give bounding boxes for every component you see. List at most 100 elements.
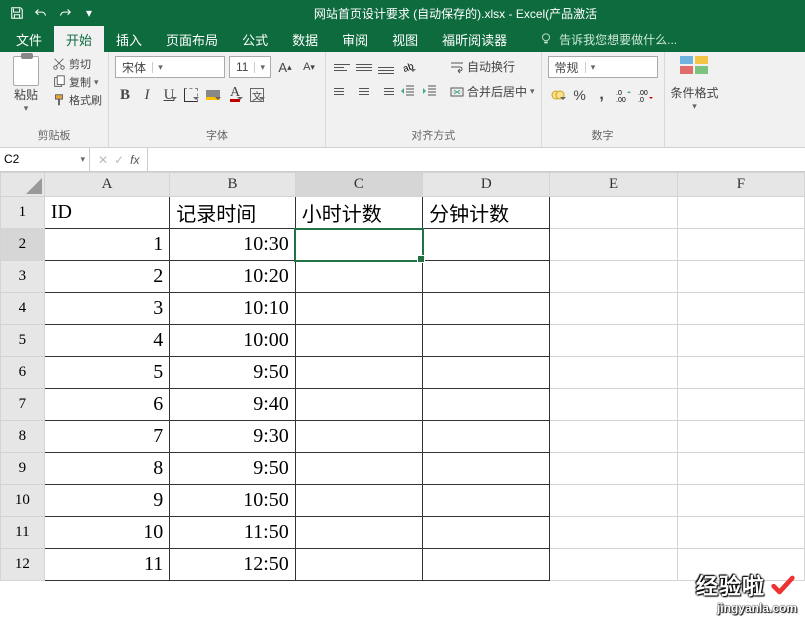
cell[interactable]: 11: [44, 549, 169, 581]
format-painter-button[interactable]: 格式刷: [52, 92, 102, 108]
tab-review[interactable]: 审阅: [330, 26, 380, 52]
cell[interactable]: [677, 293, 804, 325]
row-header[interactable]: 5: [1, 325, 45, 357]
font-name-combo[interactable]: 宋体▾: [115, 56, 225, 78]
paste-button[interactable]: 粘贴 ▾: [6, 56, 46, 114]
tab-home[interactable]: 开始: [54, 26, 104, 52]
tab-data[interactable]: 数据: [280, 26, 330, 52]
cell[interactable]: 2: [44, 261, 169, 293]
cell[interactable]: [677, 229, 804, 261]
cell[interactable]: [677, 261, 804, 293]
cell[interactable]: 11:50: [170, 517, 296, 549]
borders-button[interactable]: [181, 84, 201, 106]
fx-icon[interactable]: fx: [130, 153, 139, 167]
cell[interactable]: [295, 229, 422, 261]
row-header[interactable]: 9: [1, 453, 45, 485]
italic-button[interactable]: I: [137, 84, 157, 106]
cell[interactable]: [677, 453, 804, 485]
percent-button[interactable]: %: [570, 84, 590, 106]
row-header[interactable]: 11: [1, 517, 45, 549]
cell[interactable]: 8: [44, 453, 169, 485]
cell[interactable]: 7: [44, 421, 169, 453]
cell[interactable]: [295, 453, 422, 485]
cell[interactable]: [423, 229, 550, 261]
cell[interactable]: [295, 325, 422, 357]
decrease-font-button[interactable]: A▾: [299, 56, 319, 78]
tell-me-search[interactable]: 告诉我您想要做什么...: [539, 26, 677, 52]
row-header[interactable]: 3: [1, 261, 45, 293]
cell[interactable]: ID: [44, 197, 169, 229]
cell[interactable]: 6: [44, 389, 169, 421]
comma-button[interactable]: ,: [592, 84, 612, 106]
merge-center-button[interactable]: 合并后居中 ▾: [450, 83, 535, 100]
col-header-A[interactable]: A: [44, 173, 169, 197]
cell[interactable]: [295, 389, 422, 421]
row-header[interactable]: 1: [1, 197, 45, 229]
align-left-button[interactable]: [332, 80, 352, 102]
increase-decimal-button[interactable]: .0.00: [614, 84, 634, 106]
tab-view[interactable]: 视图: [380, 26, 430, 52]
bold-button[interactable]: B: [115, 84, 135, 106]
cell[interactable]: [550, 485, 677, 517]
cell[interactable]: [550, 261, 677, 293]
row-header[interactable]: 6: [1, 357, 45, 389]
col-header-C[interactable]: C: [295, 173, 422, 197]
cell[interactable]: [550, 229, 677, 261]
cell[interactable]: 12:50: [170, 549, 296, 581]
cell[interactable]: 3: [44, 293, 169, 325]
row-header[interactable]: 4: [1, 293, 45, 325]
cell[interactable]: [423, 549, 550, 581]
cell[interactable]: [295, 357, 422, 389]
font-color-button[interactable]: A: [225, 84, 245, 106]
row-header[interactable]: 8: [1, 421, 45, 453]
cell[interactable]: [550, 325, 677, 357]
cell[interactable]: [423, 421, 550, 453]
cell[interactable]: [550, 549, 677, 581]
cell[interactable]: [295, 293, 422, 325]
cell[interactable]: 9:30: [170, 421, 296, 453]
select-all-corner[interactable]: [1, 173, 45, 197]
worksheet-grid[interactable]: A B C D E F 1ID记录时间小时计数分钟计数2110:303210:2…: [0, 172, 805, 581]
cell[interactable]: 1: [44, 229, 169, 261]
decrease-decimal-button[interactable]: .00.0: [636, 84, 656, 106]
cancel-icon[interactable]: ✕: [98, 153, 108, 167]
font-size-combo[interactable]: 11▾: [229, 56, 271, 78]
tab-insert[interactable]: 插入: [104, 26, 154, 52]
undo-icon[interactable]: [30, 2, 52, 24]
cell[interactable]: [677, 421, 804, 453]
cell[interactable]: [677, 389, 804, 421]
copy-button[interactable]: 复制 ▾: [52, 74, 102, 90]
cell[interactable]: 10:00: [170, 325, 296, 357]
cell[interactable]: 4: [44, 325, 169, 357]
align-middle-button[interactable]: [354, 56, 374, 78]
tab-formula[interactable]: 公式: [230, 26, 280, 52]
col-header-D[interactable]: D: [423, 173, 550, 197]
cell[interactable]: 5: [44, 357, 169, 389]
phonetic-button[interactable]: 文: [247, 84, 267, 106]
cell[interactable]: 10:10: [170, 293, 296, 325]
cell[interactable]: [423, 517, 550, 549]
align-right-button[interactable]: [376, 80, 396, 102]
cell[interactable]: [677, 325, 804, 357]
conditional-format-button[interactable]: 条件格式 ▾: [671, 56, 719, 112]
underline-button[interactable]: U: [159, 84, 179, 106]
tab-file[interactable]: 文件: [4, 26, 54, 52]
cell[interactable]: 9:50: [170, 453, 296, 485]
cell[interactable]: 9:40: [170, 389, 296, 421]
accounting-button[interactable]: [548, 84, 568, 106]
cell[interactable]: [295, 485, 422, 517]
enter-icon[interactable]: ✓: [114, 153, 124, 167]
name-box[interactable]: C2▾: [0, 148, 90, 172]
row-header[interactable]: 12: [1, 549, 45, 581]
cell[interactable]: [295, 549, 422, 581]
cell[interactable]: [295, 421, 422, 453]
cell[interactable]: [423, 485, 550, 517]
row-header[interactable]: 10: [1, 485, 45, 517]
cell[interactable]: [295, 261, 422, 293]
tab-foxit[interactable]: 福昕阅读器: [430, 26, 519, 52]
cell[interactable]: 10: [44, 517, 169, 549]
row-header[interactable]: 7: [1, 389, 45, 421]
cell[interactable]: 10:30: [170, 229, 296, 261]
wrap-text-button[interactable]: 自动换行: [450, 58, 535, 75]
cell[interactable]: 小时计数: [295, 197, 422, 229]
